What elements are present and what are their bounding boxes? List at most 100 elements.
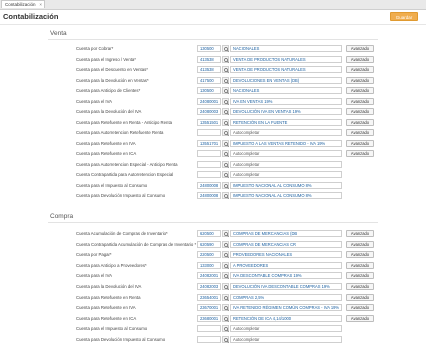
account-code-input[interactable]: 24800008 [197, 192, 221, 199]
search-icon[interactable] [222, 150, 229, 157]
account-code-input[interactable]: 620500 [197, 230, 221, 237]
search-icon[interactable] [222, 87, 229, 94]
search-icon[interactable] [222, 118, 229, 126]
account-code-input[interactable]: 417500 [197, 76, 221, 84]
account-code-input[interactable] [197, 150, 221, 157]
advanced-button[interactable]: Avanzado [346, 240, 374, 248]
advanced-button[interactable]: Avanzado [346, 139, 374, 147]
account-name-field[interactable]: COMPRAS 2,5% [230, 293, 342, 301]
advanced-button[interactable]: Avanzado [346, 55, 374, 63]
search-icon[interactable] [222, 230, 229, 237]
account-code-input[interactable]: 130500 [197, 45, 221, 52]
advanced-button[interactable]: Avanzado [346, 76, 374, 84]
search-icon[interactable] [222, 76, 229, 84]
search-icon[interactable] [222, 304, 229, 312]
advanced-button[interactable]: Avanzado [346, 97, 374, 105]
account-name-field[interactable]: RETENCIÓN DE ICA 4,14/1000 [230, 314, 342, 322]
search-icon[interactable] [222, 160, 229, 168]
account-code-input[interactable]: 620590 [197, 240, 221, 248]
advanced-button[interactable]: Avanzado [346, 304, 374, 312]
search-icon[interactable] [222, 283, 229, 290]
account-name-field[interactable]: VENTA DE PRODUCTOS NATURALES [230, 55, 342, 63]
search-icon[interactable] [222, 181, 229, 189]
account-name-field[interactable]: Autocompletar [230, 129, 342, 136]
account-name-field[interactable]: A PROVEEDORES [230, 261, 342, 269]
account-code-input[interactable]: 24080003 [197, 108, 221, 115]
account-name-field[interactable]: Autocompletar [230, 325, 342, 333]
account-code-input[interactable]: 23654001 [197, 293, 221, 301]
search-icon[interactable] [222, 336, 229, 343]
search-icon[interactable] [222, 325, 229, 333]
account-code-input[interactable]: 13551701 [197, 139, 221, 147]
account-name-field[interactable]: COMPRAS DE MERCANCIAS (DB [230, 230, 342, 237]
advanced-button[interactable]: Avanzado [346, 272, 374, 280]
search-icon[interactable] [222, 66, 229, 73]
account-code-input[interactable]: 23680001 [197, 314, 221, 322]
account-code-input[interactable]: 413538 [197, 55, 221, 63]
search-icon[interactable] [222, 97, 229, 105]
advanced-button[interactable]: Avanzado [346, 314, 374, 322]
advanced-button[interactable]: Avanzado [346, 45, 374, 52]
advanced-button[interactable]: Avanzado [346, 66, 374, 73]
close-icon[interactable]: × [39, 1, 42, 9]
account-name-field[interactable]: VENTA DE PRODUCTOS NATURALES [230, 66, 342, 73]
advanced-button[interactable]: Avanzado [346, 108, 374, 115]
account-code-input[interactable] [197, 171, 221, 178]
account-name-field[interactable]: NACIONALES [230, 87, 342, 94]
account-name-field[interactable]: IVA RETENIDO RÉGIMEN COMÚN COMPRAS - IVA… [230, 304, 342, 312]
account-code-input[interactable]: 24082001 [197, 272, 221, 280]
search-icon[interactable] [222, 171, 229, 178]
account-name-field[interactable]: IVA DESCONTABLE COMPRAS 19% [230, 272, 342, 280]
account-code-input[interactable]: 13551501 [197, 118, 221, 126]
account-name-field[interactable]: Autocompletar [230, 336, 342, 343]
search-icon[interactable] [222, 129, 229, 136]
account-name-field[interactable]: DEVOLUCIONES EN VENTAS (DB) [230, 76, 342, 84]
advanced-button[interactable]: Avanzado [346, 283, 374, 290]
advanced-button[interactable]: Avanzado [346, 251, 374, 259]
search-icon[interactable] [222, 139, 229, 147]
search-icon[interactable] [222, 293, 229, 301]
account-code-input[interactable]: 220500 [197, 251, 221, 259]
advanced-button[interactable]: Avanzado [346, 118, 374, 126]
account-name-field[interactable]: DEVOLUCIÓN IVA EN VENTAS 19% [230, 108, 342, 115]
search-icon[interactable] [222, 108, 229, 115]
search-icon[interactable] [222, 251, 229, 259]
search-icon[interactable] [222, 314, 229, 322]
account-name-field[interactable]: NACIONALES [230, 45, 342, 52]
account-code-input[interactable] [197, 129, 221, 136]
account-name-field[interactable]: Autocompletar [230, 171, 342, 178]
account-name-field[interactable]: DEVOLUCIÓN IVA DESCONTABLE COMPRAS 19% [230, 283, 342, 290]
account-name-field[interactable]: IMPUESTO NACIONAL AL CONSUMO 8% [230, 192, 342, 199]
account-code-input[interactable]: 24082003 [197, 283, 221, 290]
account-name-field[interactable]: Autocompletar [230, 150, 342, 157]
account-name-field[interactable]: IMPUESTO A LAS VENTAS RETENIDO - IVA 19% [230, 139, 342, 147]
search-icon[interactable] [222, 240, 229, 248]
account-code-input[interactable] [197, 160, 221, 168]
account-name-field[interactable]: RETENCIÓN EN LA FUENTE [230, 118, 342, 126]
search-icon[interactable] [222, 192, 229, 199]
account-code-input[interactable]: 23670001 [197, 304, 221, 312]
advanced-button[interactable]: Avanzado [346, 230, 374, 237]
advanced-button[interactable]: Avanzado [346, 261, 374, 269]
advanced-button[interactable]: Avanzado [346, 293, 374, 301]
search-icon[interactable] [222, 261, 229, 269]
account-code-input[interactable]: 133000 [197, 261, 221, 269]
advanced-button[interactable]: Avanzado [346, 150, 374, 157]
search-icon[interactable] [222, 272, 229, 280]
account-code-input[interactable] [197, 336, 221, 343]
advanced-button[interactable]: Avanzado [346, 129, 374, 136]
account-code-input[interactable]: 24080001 [197, 97, 221, 105]
account-name-field[interactable]: IMPUESTO NACIONAL AL CONSUMO 8% [230, 181, 342, 189]
account-code-input[interactable]: 24800008 [197, 181, 221, 189]
account-name-field[interactable]: IVA EN VENTAS 19% [230, 97, 342, 105]
account-name-field[interactable]: Autocompletar [230, 160, 342, 168]
tab-contabilizacion[interactable]: Contabilización × [1, 0, 45, 8]
search-icon[interactable] [222, 45, 229, 52]
account-name-field[interactable]: PROVEEDORES NACIONALES [230, 251, 342, 259]
account-code-input[interactable]: 130500 [197, 87, 221, 94]
advanced-button[interactable]: Avanzado [346, 87, 374, 94]
account-code-input[interactable]: 413538 [197, 66, 221, 73]
account-code-input[interactable] [197, 325, 221, 333]
account-name-field[interactable]: COMPRAS DE MERCANCIAS CR [230, 240, 342, 248]
save-button[interactable]: Guardar [390, 12, 418, 21]
